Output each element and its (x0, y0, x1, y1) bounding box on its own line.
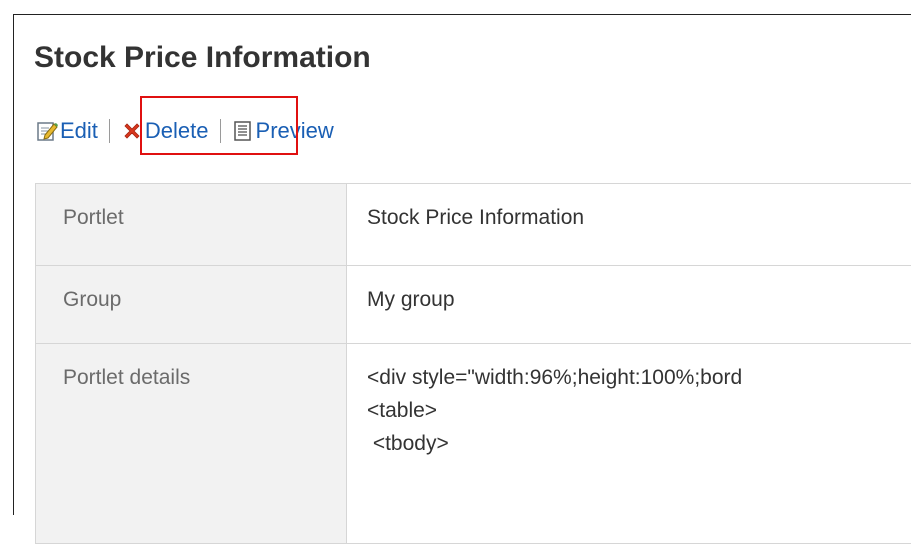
content-frame: Stock Price Information Edit (13, 14, 911, 515)
preview-link[interactable]: Preview (232, 118, 334, 144)
row-label: Portlet details (36, 344, 347, 544)
code-line: <table> (367, 394, 911, 427)
table-row: Portlet details <div style="width:96%;he… (36, 344, 911, 544)
toolbar-divider (109, 119, 110, 143)
row-label: Portlet (36, 184, 347, 266)
table-row: Portlet Stock Price Information (36, 184, 911, 266)
portlet-details-table: Portlet Stock Price Information Group My… (35, 183, 911, 544)
edit-icon (36, 120, 58, 142)
preview-document-icon (232, 120, 254, 142)
delete-link[interactable]: Delete (121, 118, 209, 144)
page-title: Stock Price Information (34, 41, 371, 75)
edit-link[interactable]: Edit (36, 118, 98, 144)
toolbar-divider (220, 119, 221, 143)
action-toolbar: Edit Delete Preview (36, 114, 334, 148)
delete-label: Delete (145, 118, 209, 144)
delete-x-icon (121, 120, 143, 142)
code-line: <div style="width:96%;height:100%;bord (367, 361, 911, 394)
portlet-details-code: <div style="width:96%;height:100%;bord <… (347, 344, 911, 544)
code-line: <tbody> (367, 427, 911, 460)
row-value: My group (347, 266, 911, 344)
row-label: Group (36, 266, 347, 344)
edit-label: Edit (60, 118, 98, 144)
table-row: Group My group (36, 266, 911, 344)
preview-label: Preview (256, 118, 334, 144)
row-value: Stock Price Information (347, 184, 911, 266)
